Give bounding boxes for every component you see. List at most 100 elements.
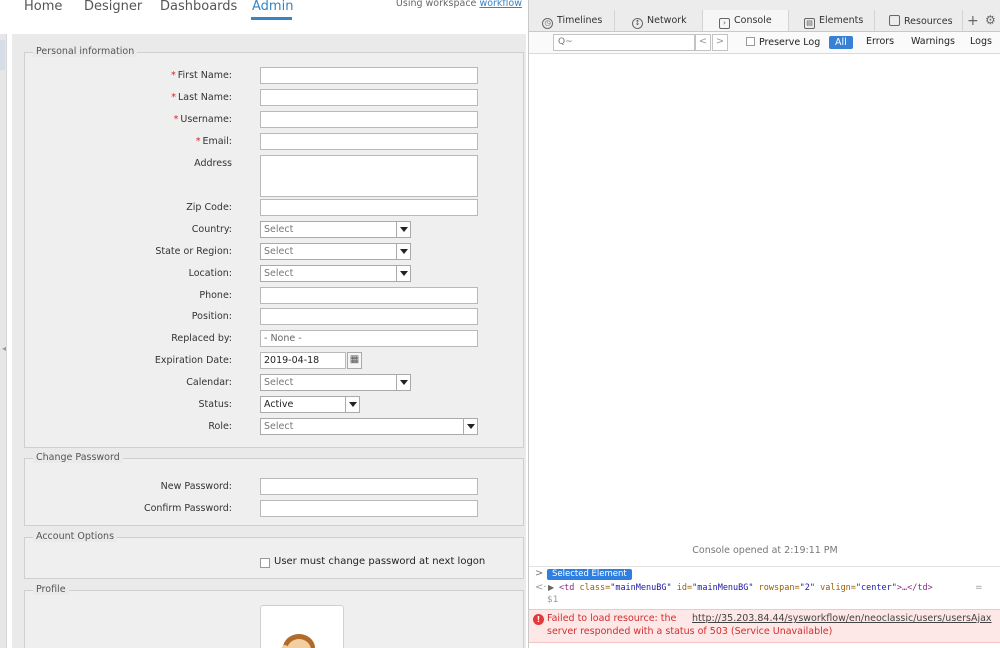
state-value: Select bbox=[264, 246, 294, 257]
required-marker: * bbox=[173, 114, 179, 125]
tab-network[interactable]: ↕ Network bbox=[615, 10, 703, 31]
tab-timelines[interactable]: ◷ Timelines bbox=[529, 10, 615, 31]
state-select[interactable]: Select bbox=[260, 243, 411, 260]
account-options-legend: Account Options bbox=[33, 531, 118, 542]
inspector-toolbar-strip bbox=[529, 0, 1000, 10]
tag-close: >…</td> bbox=[896, 583, 933, 593]
must-change-password-label: User must change password at next logon bbox=[274, 556, 486, 567]
replaced-by-input[interactable]: - None - bbox=[260, 330, 478, 347]
username-label-text: Username: bbox=[180, 114, 232, 125]
avatar[interactable] bbox=[260, 605, 344, 648]
user-form: Personal information * First Name: * Last … bbox=[12, 34, 526, 648]
country-select[interactable]: Select bbox=[260, 221, 411, 238]
required-marker: * bbox=[171, 70, 176, 81]
new-password-label: New Password: bbox=[160, 481, 232, 492]
collapse-handle-icon[interactable]: ◂ bbox=[2, 344, 6, 353]
active-tab-indicator bbox=[251, 17, 292, 20]
calendar-value: Select bbox=[264, 377, 294, 388]
username-label: * Username: bbox=[174, 114, 232, 125]
attr-value: "mainMenuBG" bbox=[692, 583, 754, 593]
web-inspector: ◷ Timelines ↕ Network › Console ▤ Elements R… bbox=[528, 0, 1000, 648]
calendar-select[interactable]: Select bbox=[260, 374, 411, 391]
tab-elements-label: Elements bbox=[819, 15, 864, 26]
required-marker: * bbox=[195, 136, 201, 147]
confirm-password-input[interactable] bbox=[260, 500, 478, 517]
tab-resources-label: Resources bbox=[904, 16, 953, 27]
chevron-down-icon[interactable] bbox=[463, 419, 477, 434]
must-change-password-checkbox[interactable] bbox=[260, 558, 270, 568]
node-reference: $1 bbox=[547, 595, 559, 605]
zip-code-input[interactable] bbox=[260, 199, 478, 216]
preserve-log-checkbox[interactable] bbox=[746, 37, 755, 46]
chevron-down-icon[interactable] bbox=[396, 244, 410, 259]
nav-designer[interactable]: Designer bbox=[84, 0, 142, 14]
filter-errors[interactable]: Errors bbox=[866, 36, 894, 47]
preserve-log-toggle[interactable]: Preserve Log bbox=[746, 37, 820, 48]
nav-admin[interactable]: Admin bbox=[252, 0, 293, 14]
status-label: Status: bbox=[198, 399, 232, 410]
error-prefix: Failed to load resource: the bbox=[547, 613, 677, 624]
chevron-down-icon[interactable] bbox=[345, 397, 359, 412]
nav-home[interactable]: Home bbox=[24, 0, 62, 14]
side-panel-highlight bbox=[0, 40, 5, 70]
tab-resources[interactable]: Resources bbox=[875, 10, 963, 31]
workspace-link[interactable]: workflow bbox=[479, 0, 522, 9]
change-password-section: Change Password New Password: Confirm Pa… bbox=[24, 452, 524, 526]
expiration-date-input[interactable]: 2019-04-18 bbox=[260, 352, 346, 369]
email-input[interactable] bbox=[260, 133, 478, 150]
document-icon bbox=[889, 15, 900, 26]
filter-all[interactable]: All bbox=[829, 36, 853, 49]
tag-open: <td bbox=[559, 583, 575, 593]
console-error-message: ! Failed to load resource: the http://35.… bbox=[529, 609, 1000, 643]
confirm-password-label: Confirm Password: bbox=[143, 503, 232, 514]
status-select[interactable]: Active bbox=[260, 396, 360, 413]
nav-dashboards[interactable]: Dashboards bbox=[160, 0, 237, 14]
last-name-label-text: Last Name: bbox=[177, 92, 232, 103]
last-name-input[interactable] bbox=[260, 89, 478, 106]
chevron-down-icon[interactable] bbox=[396, 375, 410, 390]
console-search-input[interactable]: Q~ bbox=[553, 34, 695, 51]
element-markup[interactable]: <td class="mainMenuBG" id="mainMenuBG" r… bbox=[559, 583, 933, 593]
error-url-link[interactable]: http://35.203.84.44/sysworkflow/en/neocl… bbox=[692, 613, 992, 624]
role-select[interactable]: Select bbox=[260, 418, 478, 435]
role-value: Select bbox=[264, 421, 294, 432]
attr-name: rowspan= bbox=[758, 583, 800, 593]
username-input[interactable] bbox=[260, 111, 478, 128]
error-line-1: Failed to load resource: the http://35.20… bbox=[547, 613, 992, 624]
chevron-right-icon[interactable]: > bbox=[712, 34, 728, 51]
expiration-date-label: Expiration Date: bbox=[154, 355, 232, 366]
location-select[interactable]: Select bbox=[260, 265, 411, 282]
country-value: Select bbox=[264, 224, 294, 235]
gear-icon[interactable]: ⚙ bbox=[985, 13, 996, 27]
first-name-input[interactable] bbox=[260, 67, 478, 84]
phone-input[interactable] bbox=[260, 287, 478, 304]
address-textarea[interactable] bbox=[260, 155, 478, 197]
add-tab-icon[interactable]: + bbox=[967, 13, 979, 29]
attr-value: "mainMenuBG" bbox=[610, 583, 672, 593]
chevron-left-icon[interactable]: < bbox=[695, 34, 711, 51]
workspace-prefix: Using workspace bbox=[395, 0, 477, 9]
selected-element-badge: Selected Element bbox=[547, 569, 632, 580]
new-password-input[interactable] bbox=[260, 478, 478, 495]
tab-console[interactable]: › Console bbox=[703, 10, 789, 31]
user-avatar-icon bbox=[281, 634, 315, 648]
disclosure-triangle-icon[interactable]: ▶ bbox=[548, 583, 554, 592]
filter-warnings[interactable]: Warnings bbox=[911, 36, 955, 47]
filter-logs[interactable]: Logs bbox=[970, 36, 992, 47]
clock-icon: ◷ bbox=[542, 18, 553, 29]
chevron-right-icon: > bbox=[535, 568, 544, 579]
arrow-left-icon: <· bbox=[535, 582, 547, 593]
email-label: * Email: bbox=[196, 136, 232, 147]
error-icon: ! bbox=[533, 614, 544, 625]
last-name-label: * Last Name: bbox=[171, 92, 232, 103]
tab-elements[interactable]: ▤ Elements bbox=[789, 10, 875, 31]
chevron-down-icon[interactable] bbox=[396, 266, 410, 281]
tab-network-label: Network bbox=[647, 15, 687, 26]
location-label: Location: bbox=[188, 268, 232, 279]
position-input[interactable] bbox=[260, 308, 478, 325]
status-value: Active bbox=[264, 399, 294, 410]
calendar-icon[interactable]: ▦ bbox=[347, 352, 362, 369]
account-options-section: Account Options User must change passwor… bbox=[24, 531, 524, 579]
side-panel-edge bbox=[0, 34, 7, 648]
chevron-down-icon[interactable] bbox=[396, 222, 410, 237]
